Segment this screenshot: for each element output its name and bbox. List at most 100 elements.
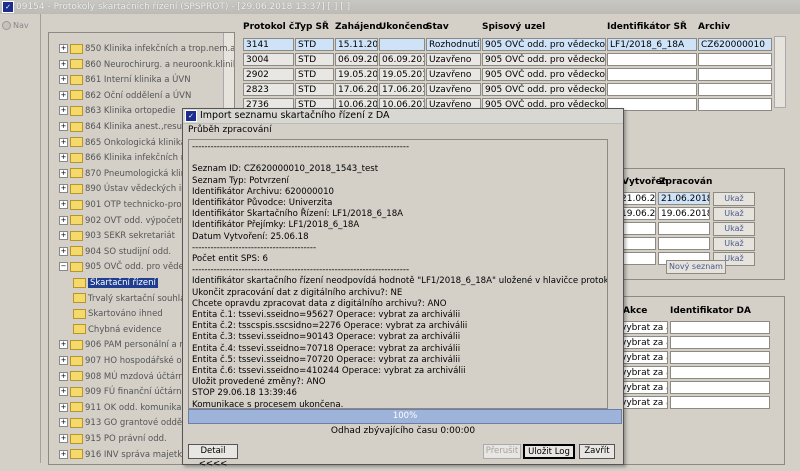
expand-icon[interactable]: + <box>59 356 68 365</box>
expand-icon[interactable]: + <box>59 340 68 349</box>
action-cell[interactable]: vybrat za archiválii <box>618 336 668 349</box>
expand-icon[interactable]: + <box>59 75 68 84</box>
expand-icon[interactable]: + <box>59 169 68 178</box>
expand-icon[interactable]: + <box>59 434 68 443</box>
table-cell[interactable]: 06.09.2016 <box>379 53 425 66</box>
table-cell[interactable] <box>698 83 772 96</box>
tree-item[interactable]: Skartační řízení <box>73 277 158 290</box>
table-cell[interactable]: 06.09.2016 <box>335 53 378 66</box>
tree-item[interactable]: +907 HO hospodářské oddě <box>59 355 198 368</box>
action-cell[interactable]: vybrat za archiválii <box>618 381 668 394</box>
column-header[interactable]: Typ SŘ <box>295 22 329 36</box>
tree-item[interactable]: +904 SO studijní odd. <box>59 246 171 259</box>
table-cell[interactable] <box>607 53 697 66</box>
identifier-da-cell[interactable] <box>670 321 770 334</box>
table-cell[interactable]: LF1/2018_6_18A <box>607 38 697 51</box>
show-button[interactable]: Ukaž <box>713 192 755 206</box>
log-area[interactable]: ▲ ▼ ------------------------------------… <box>188 139 608 409</box>
tree-item[interactable]: +860 Neurochirurg. a neuroonk.klinika 1.… <box>59 59 235 72</box>
tree-item[interactable]: +862 Oční oddělení a ÚVN <box>59 90 191 103</box>
table-cell[interactable]: 905 OVČ odd. pro vědeckou či <box>482 83 606 96</box>
tree-item[interactable]: +864 Klinika anest.,resusc. a <box>59 121 202 134</box>
expand-icon[interactable]: + <box>59 122 68 131</box>
action-cell[interactable]: vybrat za archiválii <box>618 396 668 409</box>
table-cell[interactable]: 905 OVČ odd. pro vědeckou či <box>482 53 606 66</box>
table-cell[interactable]: Uzavřeno <box>426 53 481 66</box>
expand-icon[interactable]: + <box>59 91 68 100</box>
tree-item[interactable]: +916 INV správa majetku <box>59 449 187 462</box>
table-cell[interactable]: 3004 <box>243 53 294 66</box>
table-cell[interactable]: 3141 <box>243 38 294 51</box>
tree-item[interactable]: +863 Klinika ortopedie <box>59 105 176 118</box>
table-cell[interactable]: 2902 <box>243 68 294 81</box>
expand-icon[interactable]: + <box>59 387 68 396</box>
table-cell[interactable]: 15.11.2017 <box>335 38 378 51</box>
expand-icon[interactable]: + <box>59 44 68 53</box>
processed-date-cell[interactable] <box>658 237 710 250</box>
table-cell[interactable]: Uzavřeno <box>426 68 481 81</box>
column-header[interactable]: Zahájeno <box>335 22 382 36</box>
action-cell[interactable]: vybrat za archiválii <box>618 366 668 379</box>
table-cell[interactable]: 19.05.2015 <box>335 68 378 81</box>
collapse-icon[interactable]: − <box>59 262 68 271</box>
table-cell[interactable]: 19.05.2015 <box>379 68 425 81</box>
grid-scrollbar[interactable] <box>774 36 786 108</box>
processed-date-cell[interactable] <box>658 222 710 235</box>
table-cell[interactable]: Rozhodnutí <box>426 38 481 51</box>
expand-icon[interactable]: + <box>59 372 68 381</box>
identifier-da-cell[interactable] <box>670 336 770 349</box>
processed-date-cell[interactable]: 19.06.2018 <box>658 207 710 220</box>
table-cell[interactable]: 2823 <box>243 83 294 96</box>
tree-item[interactable]: +911 OK odd. komunikace <box>59 402 191 415</box>
table-cell[interactable]: 17.06.2014 <box>335 83 378 96</box>
table-cell[interactable]: STD <box>295 38 334 51</box>
tree-item[interactable]: Trvalý skartační souhlas <box>73 293 190 306</box>
table-cell[interactable] <box>607 83 697 96</box>
expand-icon[interactable]: + <box>59 106 68 115</box>
close-button[interactable]: Zavřít <box>579 444 615 459</box>
tree-item[interactable]: +909 FÚ finanční účtárna <box>59 386 187 399</box>
column-header[interactable]: Stav <box>426 22 449 36</box>
table-cell[interactable] <box>698 53 772 66</box>
tree-item[interactable]: +917 OSCV odd.spec.a celo <box>59 464 197 465</box>
column-header[interactable]: Protokol č. <box>243 22 298 36</box>
tree-item[interactable]: +913 GO grantové oddělení <box>59 417 197 430</box>
interrupt-button[interactable]: Přerušit <box>483 444 521 459</box>
show-button[interactable]: Ukaž <box>713 207 755 221</box>
table-cell[interactable] <box>607 68 697 81</box>
column-header[interactable]: Ukončeno <box>379 22 429 36</box>
table-cell[interactable]: 905 OVČ odd. pro vědeckou či <box>482 68 606 81</box>
tree-item[interactable]: +870 Pneumologická klinika <box>59 168 198 181</box>
table-cell[interactable]: STD <box>295 83 334 96</box>
expand-icon[interactable]: + <box>59 247 68 256</box>
expand-icon[interactable]: + <box>59 418 68 427</box>
tree-item[interactable]: +915 PO právní odd. <box>59 433 167 446</box>
save-log-button[interactable]: Uložit Log <box>523 444 575 459</box>
nav-button[interactable]: Nav <box>2 20 36 32</box>
column-header[interactable]: Archiv <box>698 22 730 36</box>
expand-icon[interactable]: + <box>59 200 68 209</box>
identifier-da-cell[interactable] <box>670 381 770 394</box>
tree-item[interactable]: Chybná evidence <box>73 324 162 337</box>
table-cell[interactable]: 905 OVČ odd. pro vědeckou či <box>482 38 606 51</box>
expand-icon[interactable]: + <box>59 450 68 459</box>
table-cell[interactable] <box>698 68 772 81</box>
detail-button[interactable]: Detail <<<< <box>188 444 238 459</box>
table-cell[interactable]: CZ620000010 <box>698 38 772 51</box>
expand-icon[interactable]: + <box>59 184 68 193</box>
expand-icon[interactable]: + <box>59 153 68 162</box>
new-list-button[interactable]: Nový seznam <box>666 260 726 274</box>
show-button[interactable]: Ukaž <box>713 222 755 236</box>
tree-item[interactable]: Skartováno ihned <box>73 308 163 321</box>
action-cell[interactable]: vybrat za archiválii <box>618 351 668 364</box>
column-header[interactable]: Spisový uzel <box>482 22 545 36</box>
tree-item[interactable]: +865 Onkologická klinika VF <box>59 137 199 150</box>
identifier-da-cell[interactable] <box>670 351 770 364</box>
expand-icon[interactable]: + <box>59 403 68 412</box>
action-cell[interactable]: vybrat za archiválii <box>618 321 668 334</box>
column-header[interactable]: Identifikátor SŘ <box>607 22 687 36</box>
show-button[interactable]: Ukaž <box>713 237 755 251</box>
tree-item[interactable]: +906 PAM personální a mzd <box>59 339 198 352</box>
tree-item[interactable]: +901 OTP technicko-provozn <box>59 199 202 212</box>
table-cell[interactable]: 17.06.2014 <box>379 83 425 96</box>
